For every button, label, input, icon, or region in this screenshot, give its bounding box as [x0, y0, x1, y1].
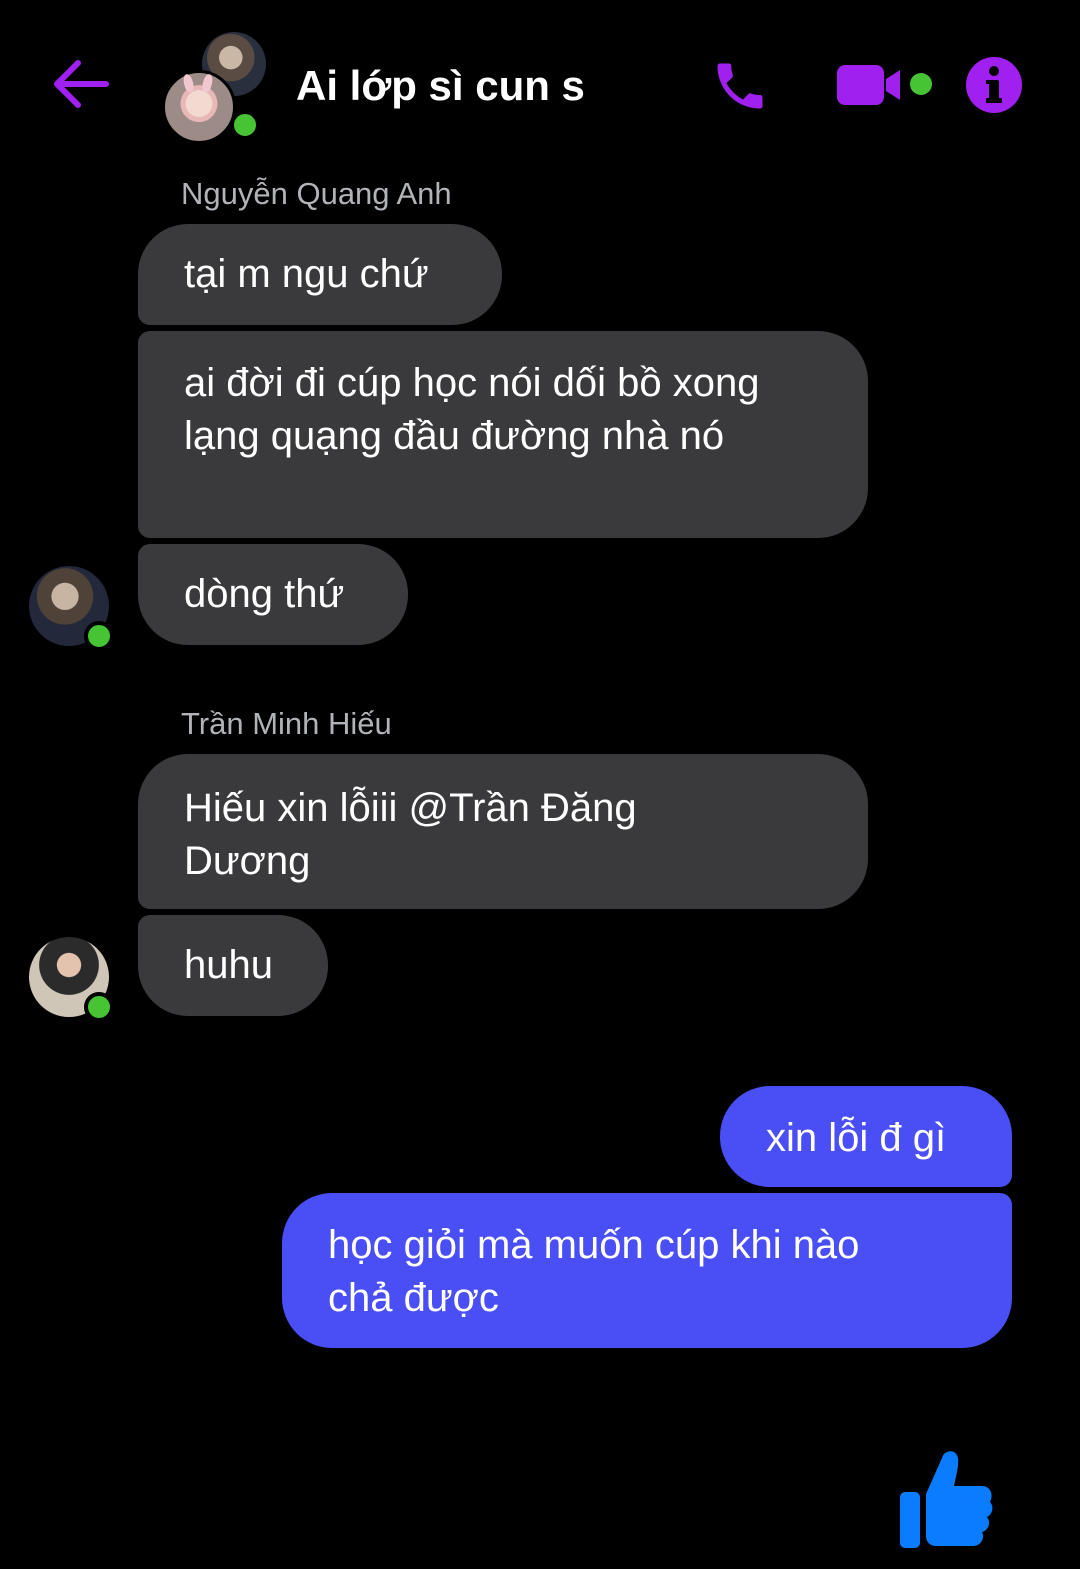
info-icon	[966, 57, 1022, 113]
message-bubble[interactable]: tại m ngu chứ	[138, 224, 502, 325]
online-status-dot	[84, 621, 114, 651]
message-bubble[interactable]: huhu	[138, 915, 328, 1016]
phone-icon	[717, 63, 763, 109]
video-call-button[interactable]	[836, 62, 936, 108]
call-button[interactable]	[710, 56, 770, 116]
message-bubble[interactable]: dòng thứ	[138, 544, 408, 645]
online-status-dot	[84, 992, 114, 1022]
message-bubble[interactable]: ai đời đi cúp học nói dối bồ xong lạng q…	[138, 331, 868, 538]
own-message-bubble[interactable]: học giỏi mà muốn cúp khi nào chả được	[282, 1193, 1012, 1348]
chat-screen: Ai lớp sì cun s Nguyễn Quang Anh tại m n…	[0, 0, 1080, 1569]
own-message-bubble[interactable]: xin lỗi đ gì	[720, 1086, 1012, 1187]
like-button[interactable]	[896, 1446, 996, 1550]
message-bubble[interactable]: Hiếu xin lỗiii @Trần Đăng Dương	[138, 754, 868, 909]
info-button[interactable]	[964, 55, 1024, 115]
back-arrow-icon	[54, 60, 109, 108]
sender-name: Nguyễn Quang Anh	[181, 176, 452, 211]
back-button[interactable]	[52, 58, 110, 110]
thumbs-up-icon	[900, 1451, 993, 1548]
video-camera-icon	[837, 65, 932, 105]
bunny-ears-decoration	[180, 74, 216, 92]
group-avatar[interactable]	[160, 30, 270, 144]
chat-header: Ai lớp sì cun s	[0, 0, 1080, 170]
online-status-dot	[230, 110, 260, 140]
sender-name: Trần Minh Hiếu	[181, 706, 392, 741]
conversation-title[interactable]: Ai lớp sì cun s	[296, 62, 585, 110]
